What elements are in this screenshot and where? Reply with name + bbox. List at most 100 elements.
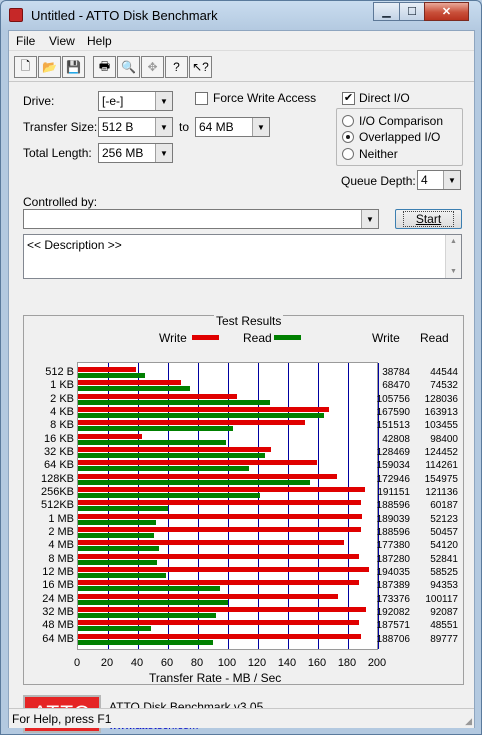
write-value: 189039 <box>376 513 410 525</box>
direct-io-checkbox[interactable]: ✔ <box>342 92 355 105</box>
scroll-down-icon[interactable]: ▼ <box>446 268 461 275</box>
read-value: 124452 <box>424 447 458 458</box>
category-label: 2 MB <box>48 526 74 538</box>
window-title: Untitled - ATTO Disk Benchmark <box>31 8 218 23</box>
category-label: 1 KB <box>50 379 74 392</box>
write-bar <box>78 380 181 386</box>
read-value: 44544 <box>430 367 458 378</box>
write-bar <box>78 527 361 532</box>
close-icon: ✕ <box>441 6 452 18</box>
x-tick-label: 40 <box>130 657 144 669</box>
total-length-value: 256 MB <box>102 146 144 160</box>
write-value: 38784 <box>382 367 410 378</box>
read-value: 52123 <box>430 513 458 525</box>
write-value: 105756 <box>376 393 410 405</box>
write-bar <box>78 433 143 439</box>
write-value: 188596 <box>376 500 410 512</box>
io-comparison-radio[interactable] <box>342 115 354 127</box>
read-column-header: Read <box>420 331 449 345</box>
total-length-select[interactable]: 256 MB ▼ <box>98 143 173 163</box>
title-bar[interactable]: Untitled - ATTO Disk Benchmark ▁ ☐ ✕ <box>1 1 481 31</box>
read-value: 128036 <box>424 393 458 405</box>
category-label: 1 MB <box>48 512 74 525</box>
start-button[interactable]: Start <box>395 209 462 229</box>
category-label: 4 MB <box>48 539 74 552</box>
status-text: For Help, press F1 <box>12 712 112 726</box>
open-button[interactable]: 📂 <box>38 56 61 78</box>
read-bar <box>78 506 169 512</box>
checkmark-icon: ✔ <box>343 92 354 104</box>
move-button[interactable]: ✥ <box>141 56 164 78</box>
write-value: 187389 <box>376 580 410 592</box>
write-value: 172946 <box>376 473 410 485</box>
read-value: 52841 <box>430 553 458 565</box>
help-button[interactable]: ? <box>165 56 188 78</box>
resize-grip-icon[interactable]: ◢ <box>465 716 472 727</box>
read-bar <box>78 399 271 405</box>
write-bar <box>78 580 360 586</box>
read-value: 92087 <box>430 607 458 618</box>
save-button[interactable]: 💾 <box>62 56 85 78</box>
legend-read-label: Read <box>243 331 272 345</box>
write-bar <box>78 473 338 479</box>
legend-read-swatch <box>274 335 301 340</box>
controlled-by-select[interactable]: ▼ <box>23 209 379 229</box>
write-bar <box>78 540 345 546</box>
read-bar <box>78 413 324 418</box>
description-scrollbar[interactable]: ▲ ▼ <box>445 235 461 278</box>
read-value: 50457 <box>430 527 458 538</box>
x-tick-label: 20 <box>100 657 114 669</box>
category-label: 128KB <box>40 472 74 485</box>
write-value: 128469 <box>376 447 410 458</box>
drive-select[interactable]: [-e-] ▼ <box>98 91 173 111</box>
print-button[interactable]: 🖶 <box>93 56 116 78</box>
write-value: 151513 <box>376 420 410 432</box>
read-bar <box>78 626 151 632</box>
x-tick-label: 140 <box>277 657 297 669</box>
menu-file[interactable]: File <box>16 34 35 48</box>
write-bar <box>78 500 361 506</box>
settings-panel: Drive: [-e-] ▼ Transfer Size: 512 B ▼ to 6… <box>9 83 474 733</box>
category-label: 256KB <box>40 486 74 498</box>
write-bar <box>78 460 317 466</box>
menu-help[interactable]: Help <box>87 34 112 48</box>
write-value: 159034 <box>376 460 410 472</box>
transfer-to-select[interactable]: 64 MB ▼ <box>195 117 270 137</box>
new-button[interactable]: 🗋 <box>14 56 37 78</box>
read-bar <box>78 493 260 498</box>
scroll-up-icon[interactable]: ▲ <box>446 238 461 245</box>
transfer-from-select[interactable]: 512 B ▼ <box>98 117 173 137</box>
maximize-button[interactable]: ☐ <box>399 2 425 21</box>
write-bar <box>78 513 362 519</box>
print-preview-button[interactable]: 🔍 <box>117 56 140 78</box>
menu-view[interactable]: View <box>49 34 75 48</box>
overlapped-io-radio[interactable] <box>342 131 354 143</box>
client-area: File View Help 🗋 📂 💾 🖶 🔍 ✥ ? ↖? Drive: [… <box>8 30 475 733</box>
read-bar <box>78 426 234 432</box>
category-label: 32 MB <box>42 606 74 618</box>
write-bar <box>78 567 370 572</box>
maximize-icon: ☐ <box>407 6 417 18</box>
read-bar <box>78 439 226 445</box>
write-bar <box>78 367 137 372</box>
save-icon: 💾 <box>66 60 81 74</box>
read-value: 154975 <box>424 473 458 485</box>
minimize-button[interactable]: ▁ <box>373 2 400 21</box>
read-value: 60187 <box>430 500 458 512</box>
write-value: 173376 <box>376 593 410 605</box>
context-help-button[interactable]: ↖? <box>189 56 212 78</box>
x-tick-label: 100 <box>217 657 237 669</box>
write-value: 194035 <box>376 567 410 578</box>
force-write-checkbox[interactable] <box>195 92 208 105</box>
minimize-icon: ▁ <box>382 6 391 18</box>
neither-radio[interactable] <box>342 148 354 160</box>
menu-bar: File View Help <box>9 31 474 51</box>
overlapped-io-label: Overlapped I/O <box>359 130 441 144</box>
read-bar <box>78 639 213 645</box>
x-tick-label: 60 <box>160 657 174 669</box>
close-button[interactable]: ✕ <box>424 2 469 21</box>
read-value: 48551 <box>430 620 458 632</box>
description-textarea[interactable]: << Description >> ▲ ▼ <box>23 234 462 279</box>
category-label: 512 B <box>45 366 74 378</box>
queue-depth-select[interactable]: 4 ▼ <box>417 170 461 190</box>
